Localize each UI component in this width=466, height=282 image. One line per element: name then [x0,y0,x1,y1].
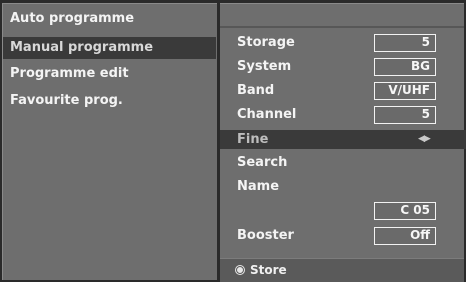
booster-value[interactable]: Off [374,227,436,245]
panel-divider [220,26,464,28]
store-bar[interactable]: Store [220,258,464,282]
circle-button-icon [235,265,245,275]
system-value[interactable]: BG [374,58,436,76]
menu-item-label: Programme edit [10,66,129,81]
menu-item-label: Manual programme [10,40,154,55]
menu-item-auto-programme[interactable]: Auto programme [10,8,134,30]
channel-value[interactable]: 5 [374,106,436,124]
left-right-arrows-icon: ◀▶ [418,134,431,144]
storage-label: Storage [237,35,295,50]
booster-label: Booster [237,228,294,243]
store-label: Store [250,263,287,277]
storage-value[interactable]: 5 [374,34,436,52]
tv-osd-screen: Auto programme Manual programme Programm… [0,0,466,282]
fine-label: Fine [237,132,269,147]
main-menu-panel: Auto programme Manual programme Programm… [2,3,217,280]
fine-tuning-row[interactable]: Fine ◀▶ [220,130,466,149]
band-value[interactable]: V/UHF [374,82,436,100]
channel-label: Channel [237,107,297,122]
band-label: Band [237,83,275,98]
name-value[interactable]: C 05 [374,202,436,220]
search-option[interactable]: Search [237,153,287,173]
menu-item-label: Auto programme [10,11,135,26]
system-label: System [237,59,292,74]
menu-item-favourite-prog[interactable]: Favourite prog. [10,90,123,112]
menu-item-label: Favourite prog. [10,93,123,108]
menu-item-manual-programme[interactable]: Manual programme [3,37,216,59]
manual-programme-panel: Storage 5 System BG Band V/UHF Channel 5… [220,3,466,282]
menu-item-programme-edit[interactable]: Programme edit [10,63,129,85]
name-label: Name [237,179,280,194]
